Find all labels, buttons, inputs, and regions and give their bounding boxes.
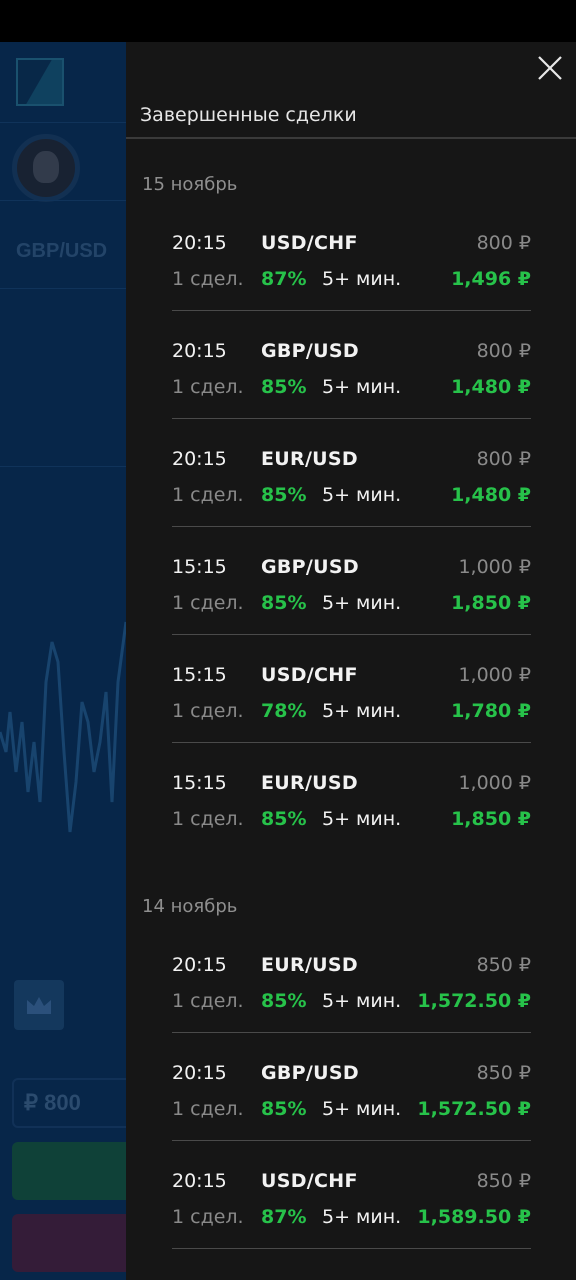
deal-percent: 85% [261,376,307,398]
deal-count: 1 сдел. [172,808,244,830]
deal-amount: 1,000 ₽ [458,556,531,578]
deal-payout: 1,780 ₽ [451,700,531,722]
deal-row[interactable]: 20:15 GBP/USD 800 ₽ 1 сдел. 85% 5+ мин. … [172,336,531,444]
deal-time: 20:15 [172,448,227,470]
deal-time: 15:15 [172,664,227,686]
deal-row[interactable]: 15:15 EUR/USD 1,000 ₽ 1 сдел. 85% 5+ мин… [172,768,531,876]
deal-payout: 1,850 ₽ [451,592,531,614]
deal-count: 1 сдел. [172,376,244,398]
deal-count: 1 сдел. [172,1206,244,1228]
deal-time: 20:15 [172,340,227,362]
deal-pair: USD/CHF [261,232,358,254]
avatar[interactable] [12,134,80,202]
deal-count: 1 сдел. [172,990,244,1012]
deal-time: 15:15 [172,772,227,794]
row-divider [172,1248,531,1249]
title-divider [126,137,576,139]
deal-duration: 5+ мин. [322,808,402,830]
deal-amount: 800 ₽ [476,340,531,362]
deal-duration: 5+ мин. [322,1206,402,1228]
deal-amount: 850 ₽ [476,954,531,976]
row-divider [172,1032,531,1033]
deal-time: 20:15 [172,1062,227,1084]
deal-row[interactable]: 20:15 EUR/USD 850 ₽ 1 сдел. 85% 5+ мин. … [172,950,531,1058]
row-divider [172,526,531,527]
row-divider [172,418,531,419]
deal-payout: 1,589.50 ₽ [417,1206,531,1228]
divider [0,466,126,467]
drawer-title: Завершенные сделки [140,104,357,126]
deal-amount: 800 ₽ [476,232,531,254]
deal-percent: 85% [261,990,307,1012]
deal-duration: 5+ мин. [322,592,402,614]
crown-icon[interactable] [14,980,64,1030]
deal-count: 1 сдел. [172,1098,244,1120]
deal-amount: 850 ₽ [476,1062,531,1084]
deal-percent: 85% [261,808,307,830]
app-logo [16,58,64,106]
deal-pair: GBP/USD [261,340,359,362]
deal-duration: 5+ мин. [322,1098,402,1120]
deal-duration: 5+ мин. [322,990,402,1012]
deal-duration: 5+ мин. [322,484,402,506]
row-divider [172,742,531,743]
deal-payout: 1,496 ₽ [451,268,531,290]
deal-row[interactable]: 15:15 USD/CHF 1,000 ₽ 1 сдел. 78% 5+ мин… [172,660,531,768]
row-divider [172,634,531,635]
sell-button[interactable] [12,1214,142,1272]
deal-percent: 85% [261,592,307,614]
date-label: 14 ноябрь [142,896,238,917]
deal-amount: 800 ₽ [476,448,531,470]
deal-percent: 85% [261,1098,307,1120]
deal-pair: USD/CHF [261,664,358,686]
divider [0,200,126,201]
deal-percent: 87% [261,268,307,290]
deal-pair: EUR/USD [261,448,358,470]
amount-input[interactable]: ₽ 800 [12,1078,142,1128]
deal-pair: EUR/USD [261,772,358,794]
deal-percent: 87% [261,1206,307,1228]
deal-count: 1 сдел. [172,592,244,614]
deal-row[interactable]: 15:15 GBP/USD 1,000 ₽ 1 сдел. 85% 5+ мин… [172,552,531,660]
deal-count: 1 сдел. [172,268,244,290]
completed-deals-drawer: Завершенные сделки 15 ноябрь 20:15 USD/C… [126,42,576,1280]
deal-row[interactable]: 20:15 USD/CHF 850 ₽ 1 сдел. 87% 5+ мин. … [172,1166,531,1274]
deal-duration: 5+ мин. [322,268,402,290]
asset-selector[interactable]: GBP/USD [16,240,107,263]
deal-pair: GBP/USD [261,1062,359,1084]
deal-row[interactable]: 20:15 GBP/USD 850 ₽ 1 сдел. 85% 5+ мин. … [172,1058,531,1166]
buy-button[interactable] [12,1142,142,1200]
deal-time: 20:15 [172,1170,227,1192]
deal-time: 20:15 [172,232,227,254]
deal-percent: 85% [261,484,307,506]
deal-payout: 1,480 ₽ [451,484,531,506]
divider [0,288,126,289]
row-divider [172,310,531,311]
row-divider [172,1140,531,1141]
deal-payout: 1,572.50 ₽ [417,990,531,1012]
deal-pair: USD/CHF [261,1170,358,1192]
deal-amount: 1,000 ₽ [458,664,531,686]
divider [0,122,126,123]
deal-row[interactable]: 20:15 USD/CHF 800 ₽ 1 сдел. 87% 5+ мин. … [172,228,531,336]
deal-payout: 1,850 ₽ [451,808,531,830]
status-bar [0,0,576,42]
close-icon[interactable] [536,54,564,82]
deal-time: 20:15 [172,954,227,976]
deal-amount: 850 ₽ [476,1170,531,1192]
deal-duration: 5+ мин. [322,700,402,722]
deal-count: 1 сдел. [172,484,244,506]
deal-payout: 1,572.50 ₽ [417,1098,531,1120]
date-label: 15 ноябрь [142,174,238,195]
deal-row[interactable]: 20:15 EUR/USD 800 ₽ 1 сдел. 85% 5+ мин. … [172,444,531,552]
deal-duration: 5+ мин. [322,376,402,398]
deal-amount: 1,000 ₽ [458,772,531,794]
deal-pair: EUR/USD [261,954,358,976]
deal-payout: 1,480 ₽ [451,376,531,398]
deal-pair: GBP/USD [261,556,359,578]
deal-time: 15:15 [172,556,227,578]
deal-percent: 78% [261,700,307,722]
price-chart [0,621,126,833]
deal-count: 1 сдел. [172,700,244,722]
